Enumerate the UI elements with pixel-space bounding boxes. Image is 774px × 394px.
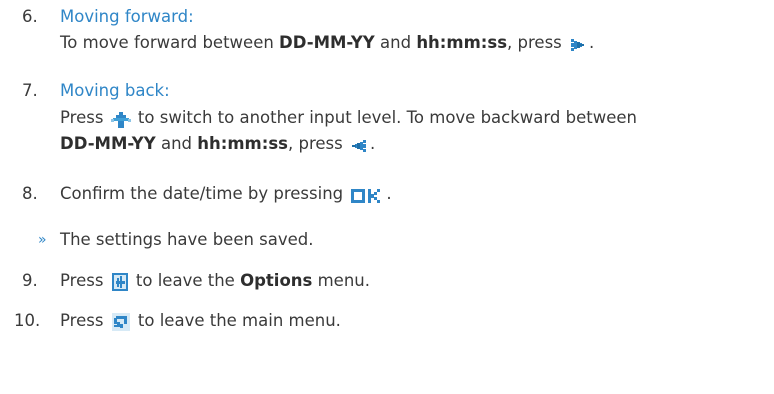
- ok-icon: [350, 187, 384, 205]
- step-number: 7.: [22, 81, 38, 100]
- step-text-continued: DD-MM-YY and hh:mm:ss, press .: [60, 134, 376, 155]
- result-marker: »: [38, 232, 47, 248]
- exit-menu-icon: [111, 272, 129, 292]
- instruction-document: 6. Moving forward: To move forward betwe…: [0, 0, 774, 394]
- step-number: 6.: [22, 7, 38, 26]
- forward-arrow-icon: [569, 36, 587, 54]
- step-heading: Moving back:: [60, 81, 170, 100]
- step-number: 9.: [22, 271, 38, 290]
- step-number: 10.: [14, 311, 41, 330]
- step-number: 8.: [22, 184, 38, 203]
- step-text: To move forward between DD-MM-YY and hh:…: [60, 33, 595, 54]
- return-icon: [111, 312, 131, 332]
- result-text: The settings have been saved.: [60, 230, 314, 249]
- step-text: Press to leave the main menu.: [60, 311, 341, 332]
- level-up-arrow-icon: [110, 111, 131, 129]
- back-arrow-icon: [350, 137, 368, 155]
- step-text: Confirm the date/time by pressing .: [60, 184, 392, 205]
- step-text: Press to leave the Options menu.: [60, 271, 370, 292]
- step-text: Press to switch to another input level. …: [60, 108, 637, 129]
- step-heading: Moving forward:: [60, 7, 194, 26]
